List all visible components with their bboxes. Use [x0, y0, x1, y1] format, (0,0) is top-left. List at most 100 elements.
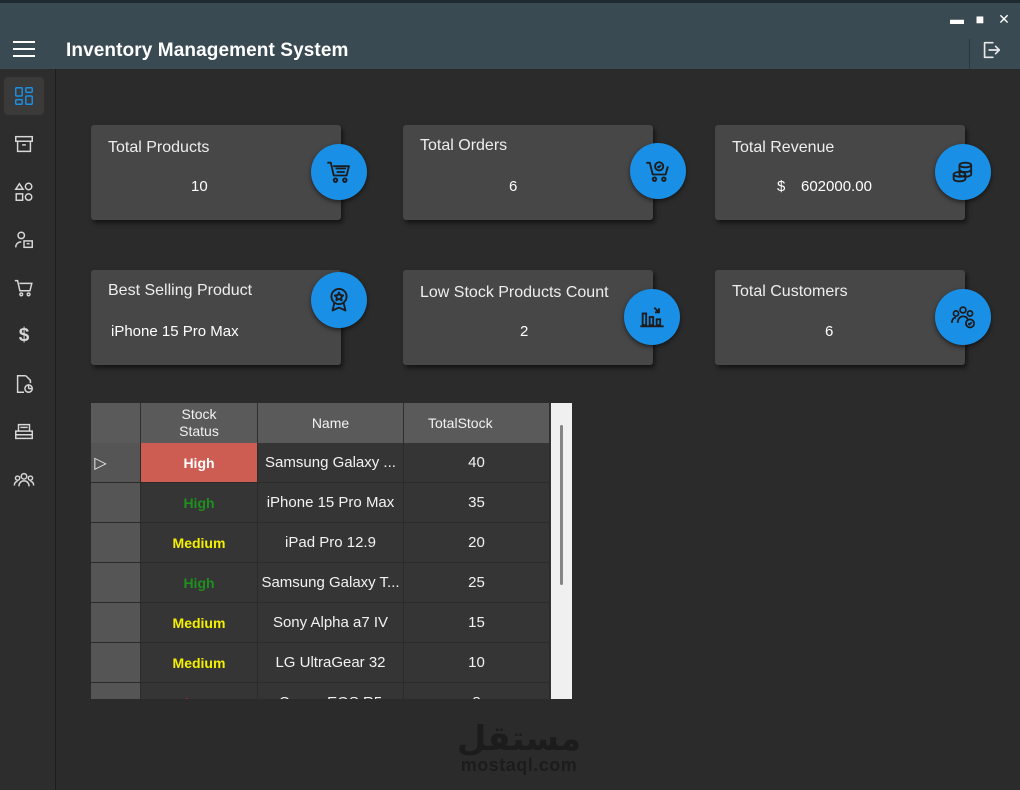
stock-cell[interactable]: 15 [404, 603, 550, 643]
maximize-button[interactable]: ■ [972, 11, 988, 27]
card-title: Total Products [108, 139, 210, 156]
sidebar-item-suppliers[interactable] [4, 221, 44, 259]
stock-status-cell[interactable]: High [141, 443, 258, 483]
card-title: Total Customers [732, 283, 848, 300]
stock-status-cell[interactable]: Medium [141, 603, 258, 643]
archive-box-icon [15, 135, 33, 153]
card-value: 2 [520, 323, 529, 340]
sidebar-item-categories[interactable] [4, 173, 44, 211]
name-cell[interactable]: LG UltraGear 32 [258, 643, 404, 683]
cart-icon [14, 279, 33, 297]
stock-cell[interactable]: 8 [404, 683, 550, 699]
column-header-label: Status [179, 423, 219, 439]
users-check-icon [935, 289, 991, 345]
card-value: 602000.00 [801, 178, 872, 195]
table-row[interactable]: Medium Sony Alpha a7 IV 15 [91, 603, 550, 643]
sidebar-item-customers[interactable] [4, 461, 44, 499]
grid-header-row: Stock Status Name TotalStock [91, 403, 550, 443]
grid-vertical-scrollbar[interactable] [551, 403, 572, 699]
column-header-stock-status[interactable]: Stock Status [141, 403, 258, 443]
people-icon [13, 472, 35, 487]
stock-cell[interactable]: 40 [404, 443, 550, 483]
selected-row-indicator-icon: ▷ [94, 454, 107, 472]
stock-cell[interactable]: 10 [404, 643, 550, 683]
award-icon [311, 272, 367, 328]
stock-status-cell[interactable]: High [141, 563, 258, 603]
sidebar-item-revenue[interactable]: $ [4, 317, 44, 355]
dollar-icon: $ [18, 325, 30, 346]
row-header[interactable] [91, 683, 141, 699]
name-cell[interactable]: Sony Alpha a7 IV [258, 603, 404, 643]
column-header-name[interactable]: Name [258, 403, 404, 443]
card-total-orders: Total Orders 6 [403, 125, 653, 220]
title-bar: Inventory Management System ▬ ■ ✕ [0, 0, 1020, 71]
card-low-stock-count: Low Stock Products Count 2 [403, 270, 653, 365]
app-title: Inventory Management System [66, 40, 349, 61]
name-cell[interactable]: iPhone 15 Pro Max [258, 483, 404, 523]
chart-arrow-icon [624, 289, 680, 345]
card-value: 6 [509, 178, 518, 195]
watermark-latin: mostaql.com [460, 755, 578, 775]
sidebar-item-dashboard[interactable] [4, 77, 44, 115]
table-row[interactable]: Low Canon EOS R5 8 [91, 683, 550, 699]
row-header[interactable] [91, 523, 141, 563]
sidebar-item-archive[interactable] [4, 125, 44, 163]
document-chart-icon [16, 375, 33, 393]
cart-check-icon [630, 143, 686, 199]
card-value: 10 [191, 178, 208, 195]
shapes-icon [14, 182, 33, 201]
close-button[interactable]: ✕ [996, 11, 1012, 27]
name-cell[interactable]: Samsung Galaxy T... [258, 563, 404, 603]
table-row[interactable]: High iPhone 15 Pro Max 35 [91, 483, 550, 523]
card-title: Total Revenue [732, 139, 835, 156]
stock-status-cell[interactable]: Medium [141, 523, 258, 563]
title-divider [969, 39, 970, 71]
stock-data-grid[interactable]: Stock Status Name TotalStock ▷ High Sams… [91, 403, 572, 699]
cart-icon [311, 144, 367, 200]
hamburger-menu-icon[interactable] [13, 41, 35, 57]
table-row[interactable]: ▷ High Samsung Galaxy ... 40 [91, 443, 550, 483]
stock-cell[interactable]: 35 [404, 483, 550, 523]
row-header[interactable] [91, 483, 141, 523]
table-row[interactable]: Medium iPad Pro 12.9 20 [91, 523, 550, 563]
column-header-totalstock[interactable]: TotalStock [404, 403, 550, 443]
card-title: Low Stock Products Count [420, 284, 609, 301]
name-cell[interactable]: Canon EOS R5 [258, 683, 404, 699]
name-cell[interactable]: Samsung Galaxy ... [258, 443, 404, 483]
sidebar: $ [0, 69, 56, 790]
column-header-label: Stock [181, 406, 217, 422]
stock-status-cell[interactable]: Low [141, 683, 258, 699]
stock-cell[interactable]: 20 [404, 523, 550, 563]
card-best-selling-product: Best Selling Product iPhone 15 Pro Max [91, 270, 341, 365]
dashboard-icon [15, 87, 33, 105]
card-value: 6 [825, 323, 834, 340]
table-row[interactable]: Medium LG UltraGear 32 10 [91, 643, 550, 683]
table-row[interactable]: High Samsung Galaxy T... 25 [91, 563, 550, 603]
row-header[interactable] [91, 563, 141, 603]
grid-row-header-corner [91, 403, 141, 443]
sidebar-item-orders[interactable] [4, 269, 44, 307]
card-total-revenue: Total Revenue $ 602000.00 [715, 125, 965, 220]
row-header[interactable]: ▷ [91, 443, 141, 483]
stock-cell[interactable]: 25 [404, 563, 550, 603]
watermark-arabic: مستقل [456, 719, 582, 759]
card-total-customers: Total Customers 6 [715, 270, 965, 365]
sidebar-item-printing[interactable] [4, 413, 44, 451]
card-title: Total Orders [420, 137, 508, 154]
user-box-icon [15, 231, 33, 249]
stock-status-cell[interactable]: High [141, 483, 258, 523]
logout-icon[interactable] [980, 39, 1002, 61]
row-header[interactable] [91, 643, 141, 683]
watermark: مستقل mostaql.com [449, 719, 589, 776]
stock-status-cell[interactable]: Medium [141, 643, 258, 683]
currency-symbol: $ [777, 178, 786, 195]
scrollbar-thumb[interactable] [560, 425, 563, 585]
sidebar-item-reports[interactable] [4, 365, 44, 403]
dashboard-main: Total Products 10 Total Orders 6 Total R… [57, 69, 1020, 790]
card-total-products: Total Products 10 [91, 125, 341, 220]
card-title: Best Selling Product [108, 282, 253, 299]
card-value: iPhone 15 Pro Max [111, 323, 239, 340]
minimize-button[interactable]: ▬ [949, 11, 965, 27]
name-cell[interactable]: iPad Pro 12.9 [258, 523, 404, 563]
row-header[interactable] [91, 603, 141, 643]
